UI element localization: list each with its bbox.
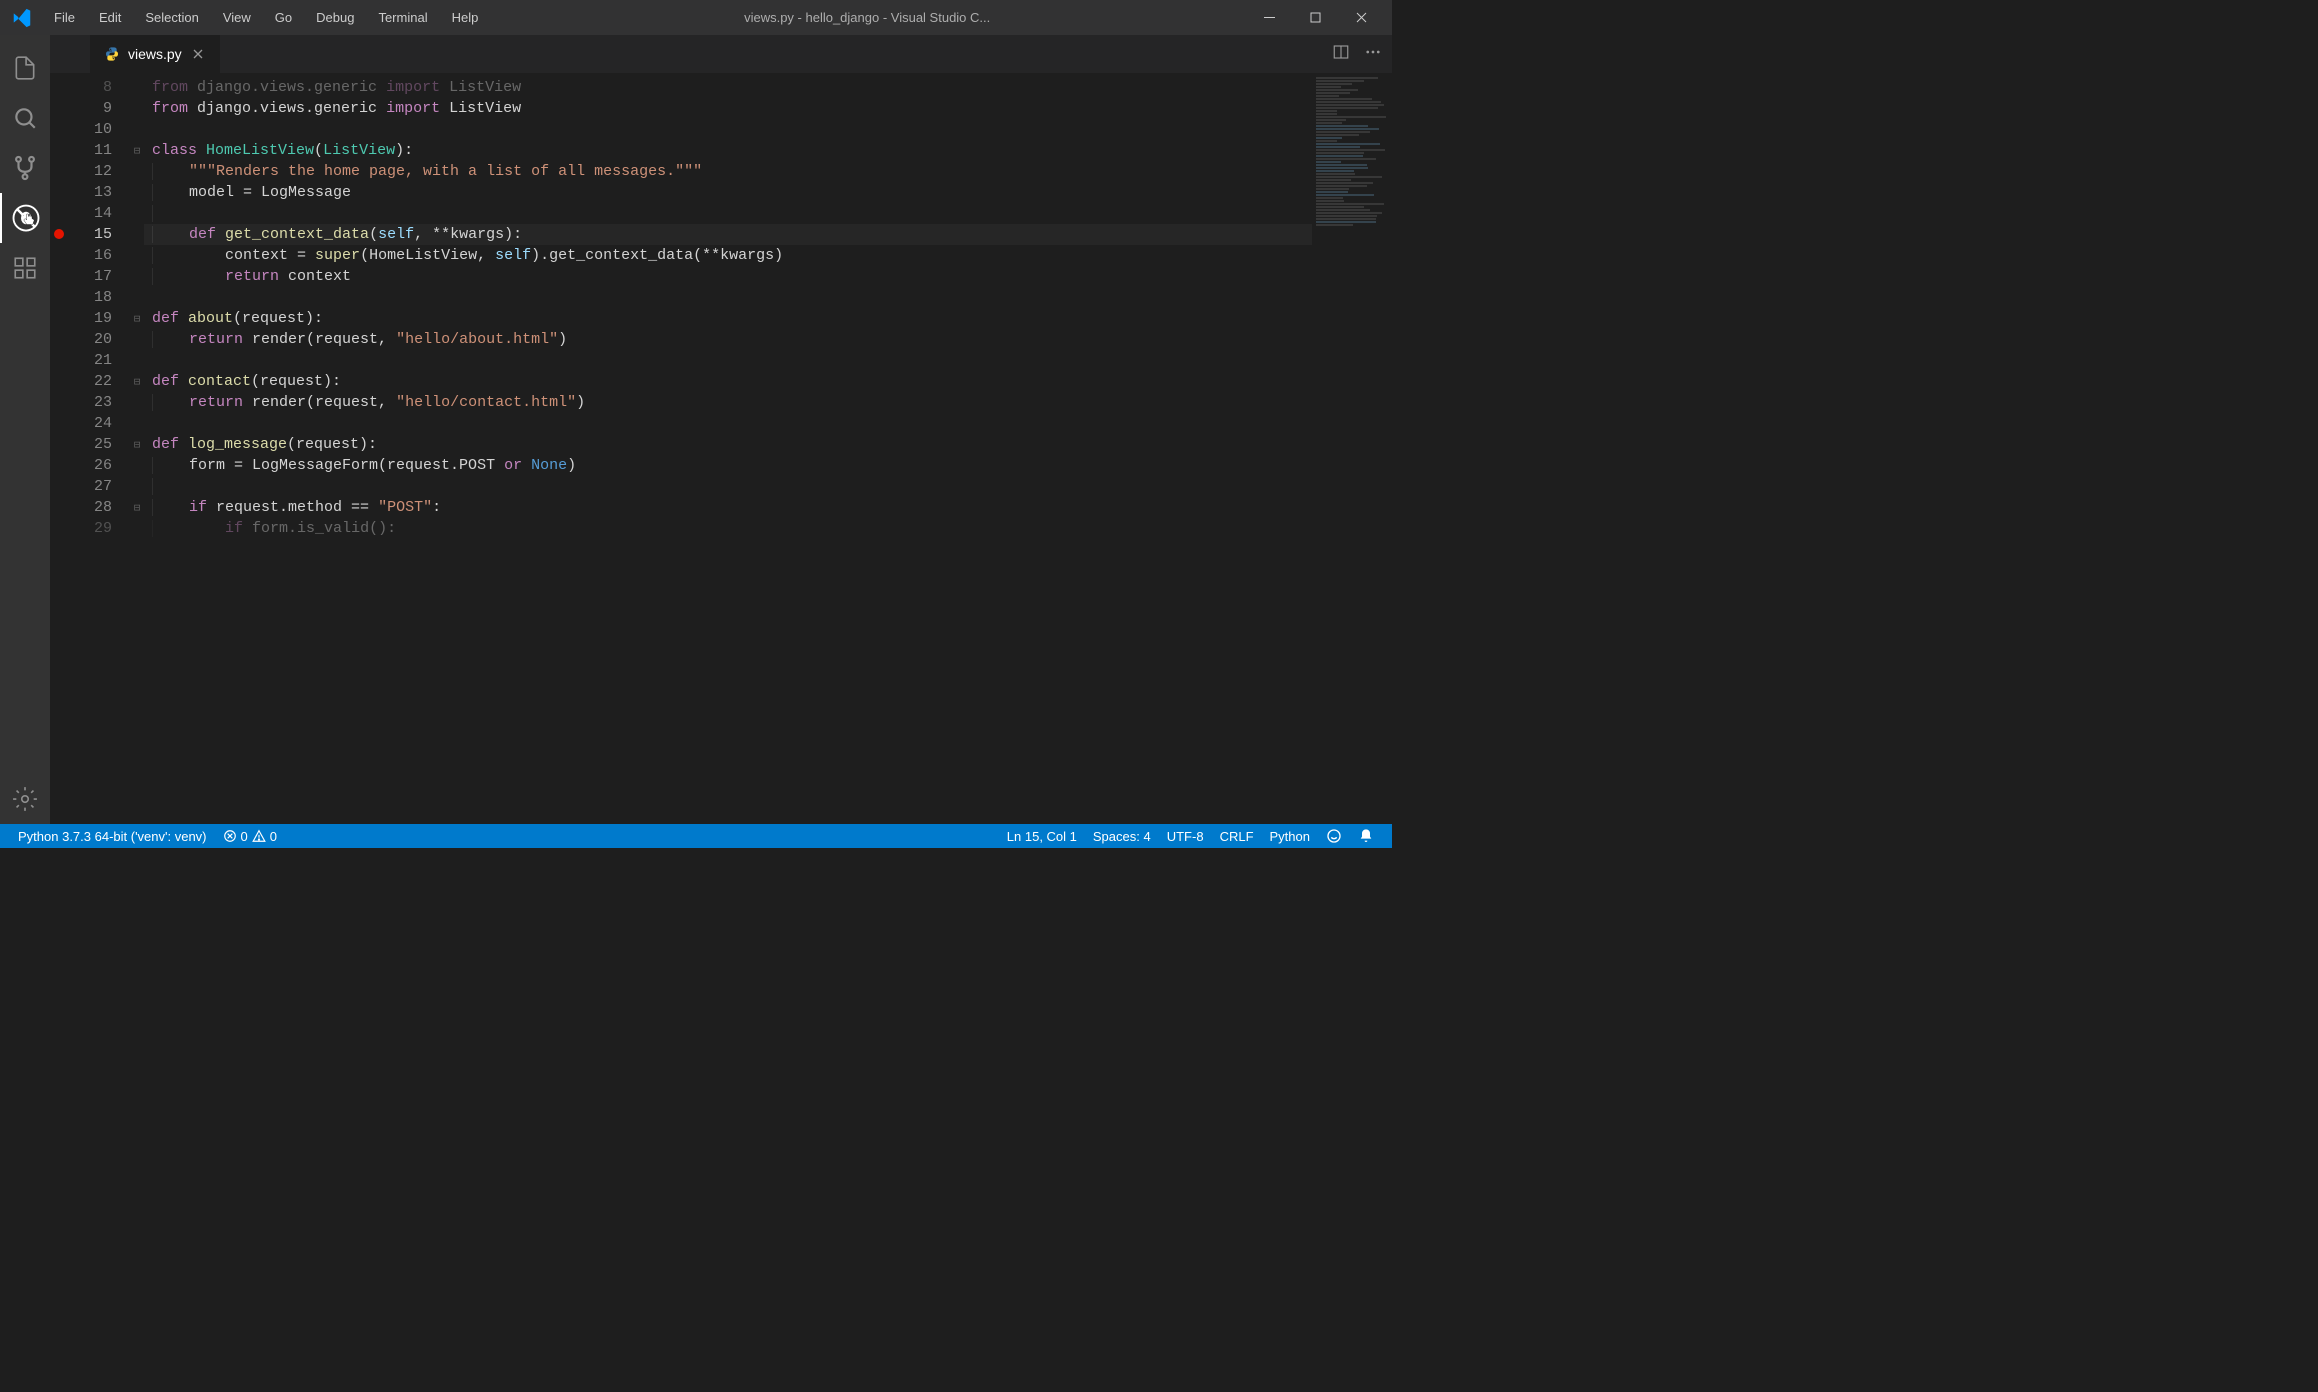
status-errors-count: 0: [241, 829, 248, 844]
code-line-14[interactable]: [144, 203, 1312, 224]
menu-edit[interactable]: Edit: [89, 6, 131, 29]
settings-gear-icon[interactable]: [0, 774, 50, 824]
status-feedback-icon[interactable]: [1318, 828, 1350, 844]
code-line-10[interactable]: [144, 119, 1312, 140]
code-area[interactable]: from django.views.generic import ListVie…: [144, 73, 1312, 824]
main-area: views.py 8910111213141516171819202122232…: [0, 35, 1392, 824]
extensions-icon[interactable]: [0, 243, 50, 293]
code-line-26[interactable]: form = LogMessageForm(request.POST or No…: [144, 455, 1312, 476]
menu-debug[interactable]: Debug: [306, 6, 364, 29]
split-editor-icon[interactable]: [1332, 43, 1350, 66]
code-line-29[interactable]: if form.is_valid():: [144, 518, 1312, 539]
status-bar: Python 3.7.3 64-bit ('venv': venv) 0 0 L…: [0, 824, 1392, 848]
more-actions-icon[interactable]: [1364, 43, 1382, 66]
menu-selection[interactable]: Selection: [135, 6, 208, 29]
search-icon[interactable]: [0, 93, 50, 143]
breakpoint-gutter[interactable]: [50, 73, 70, 824]
editor-body[interactable]: 8910111213141516171819202122232425262728…: [50, 73, 1392, 824]
code-line-23[interactable]: return render(request, "hello/contact.ht…: [144, 392, 1312, 413]
code-line-22[interactable]: def contact(request):: [144, 371, 1312, 392]
window-title: views.py - hello_django - Visual Studio …: [488, 10, 1246, 25]
minimize-button[interactable]: [1246, 0, 1292, 35]
code-line-28[interactable]: if request.method == "POST":: [144, 497, 1312, 518]
status-problems[interactable]: 0 0: [215, 829, 285, 844]
menu-terminal[interactable]: Terminal: [368, 6, 437, 29]
breakpoint-dot[interactable]: [54, 229, 64, 239]
menu-view[interactable]: View: [213, 6, 261, 29]
maximize-button[interactable]: [1292, 0, 1338, 35]
code-line-19[interactable]: def about(request):: [144, 308, 1312, 329]
status-bell-icon[interactable]: [1350, 828, 1382, 844]
code-line-25[interactable]: def log_message(request):: [144, 434, 1312, 455]
code-line-20[interactable]: return render(request, "hello/about.html…: [144, 329, 1312, 350]
source-control-icon[interactable]: [0, 143, 50, 193]
explorer-icon[interactable]: [0, 43, 50, 93]
code-line-18[interactable]: [144, 287, 1312, 308]
menu-go[interactable]: Go: [265, 6, 302, 29]
tab-actions: [1322, 35, 1392, 73]
code-line-12[interactable]: """Renders the home page, with a list of…: [144, 161, 1312, 182]
status-language[interactable]: Python: [1262, 829, 1318, 844]
status-ln-col[interactable]: Ln 15, Col 1: [999, 829, 1085, 844]
line-number-gutter[interactable]: 8910111213141516171819202122232425262728…: [70, 73, 130, 824]
debug-icon[interactable]: [0, 193, 50, 243]
code-line-21[interactable]: [144, 350, 1312, 371]
tab-views-py[interactable]: views.py: [90, 35, 220, 73]
vscode-logo-icon: [8, 4, 36, 32]
status-eol[interactable]: CRLF: [1212, 829, 1262, 844]
activity-bar: [0, 35, 50, 824]
code-line-11[interactable]: class HomeListView(ListView):: [144, 140, 1312, 161]
fold-gutter[interactable]: ⊟⊟⊟⊟⊟: [130, 73, 144, 824]
menu-bar: FileEditSelectionViewGoDebugTerminalHelp: [44, 6, 488, 29]
close-button[interactable]: [1338, 0, 1384, 35]
tabs-bar: views.py: [50, 35, 1392, 73]
code-line-27[interactable]: [144, 476, 1312, 497]
menu-file[interactable]: File: [44, 6, 85, 29]
status-indent[interactable]: Spaces: 4: [1085, 829, 1159, 844]
tab-close-icon[interactable]: [190, 46, 206, 62]
status-python-env[interactable]: Python 3.7.3 64-bit ('venv': venv): [10, 829, 215, 844]
minimap[interactable]: [1312, 73, 1392, 824]
code-line-8[interactable]: from django.views.generic import ListVie…: [144, 77, 1312, 98]
code-line-17[interactable]: return context: [144, 266, 1312, 287]
python-file-icon: [104, 46, 120, 62]
tab-filename: views.py: [128, 46, 182, 62]
editor-area: views.py 8910111213141516171819202122232…: [50, 35, 1392, 824]
status-encoding[interactable]: UTF-8: [1159, 829, 1212, 844]
code-line-24[interactable]: [144, 413, 1312, 434]
menu-help[interactable]: Help: [442, 6, 489, 29]
title-bar: FileEditSelectionViewGoDebugTerminalHelp…: [0, 0, 1392, 35]
status-warnings-count: 0: [270, 829, 277, 844]
window-controls: [1246, 0, 1384, 35]
code-line-16[interactable]: context = super(HomeListView, self).get_…: [144, 245, 1312, 266]
code-line-15[interactable]: def get_context_data(self, **kwargs):: [144, 224, 1312, 245]
code-line-9[interactable]: from django.views.generic import ListVie…: [144, 98, 1312, 119]
code-line-13[interactable]: model = LogMessage: [144, 182, 1312, 203]
